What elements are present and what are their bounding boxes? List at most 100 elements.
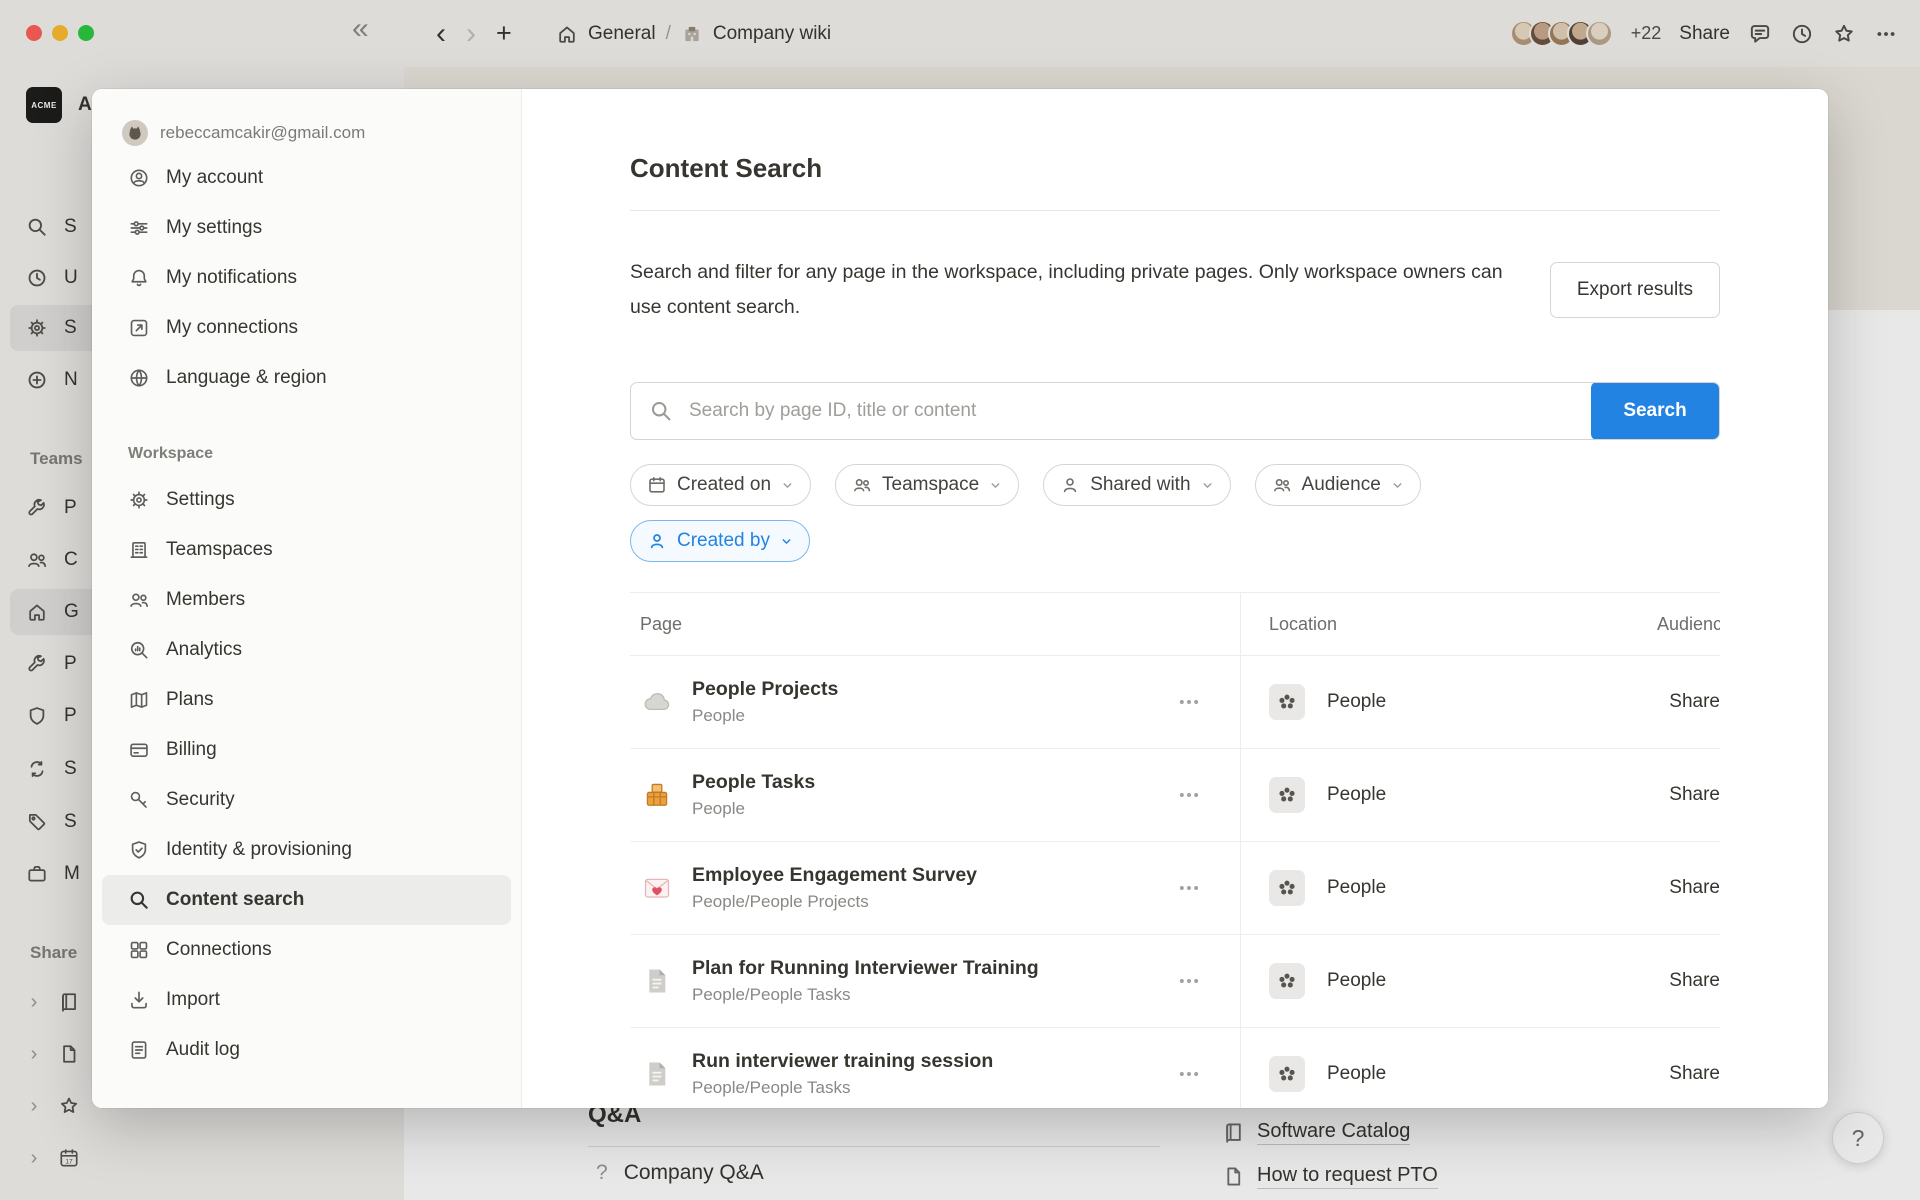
table-header: Page Location Audience	[630, 592, 1720, 656]
person-icon	[1060, 475, 1080, 495]
page-title-link[interactable]: Plan for Running Interviewer Training	[692, 957, 1158, 980]
nav-item-label: Import	[166, 989, 220, 1011]
location-label[interactable]: People	[1327, 1063, 1386, 1085]
nav-item-label: Teamspaces	[166, 539, 273, 561]
grid-icon	[128, 939, 150, 961]
nav-item-label: Members	[166, 589, 245, 611]
page-title-link[interactable]: People Projects	[692, 678, 1158, 701]
location-label[interactable]: People	[1327, 877, 1386, 899]
page-path: People	[692, 799, 1158, 819]
search-bar: Search	[630, 382, 1720, 440]
nav-item-label: Analytics	[166, 639, 242, 661]
chevron-down-icon	[1201, 479, 1214, 492]
settings-nav-my-notifications[interactable]: My notifications	[102, 253, 511, 303]
filter-shared-with[interactable]: Shared with	[1043, 464, 1230, 506]
location-label[interactable]: People	[1327, 784, 1386, 806]
chevron-down-icon	[1391, 479, 1404, 492]
search-input[interactable]	[687, 399, 1591, 423]
settings-nav-billing[interactable]: Billing	[102, 725, 511, 775]
page-title-link[interactable]: Employee Engagement Survey	[692, 864, 1158, 887]
nav-item-label: Identity & provisioning	[166, 839, 352, 861]
audience-value: Share	[1669, 1063, 1720, 1085]
table-row[interactable]: Employee Engagement Survey People/People…	[630, 842, 1720, 935]
bell-icon	[128, 267, 150, 289]
page-title-link[interactable]: People Tasks	[692, 771, 1158, 794]
search-icon	[128, 889, 150, 911]
filter-audience[interactable]: Audience	[1255, 464, 1421, 506]
settings-nav-analytics[interactable]: Analytics	[102, 625, 511, 675]
content-search-panel: Content Search Search and filter for any…	[522, 89, 1828, 1108]
export-results-button[interactable]: Export results	[1550, 262, 1720, 318]
people-icon	[1272, 475, 1292, 495]
audience-value: Share	[1669, 784, 1720, 806]
account-header: rebeccamcakir@gmail.com	[92, 115, 521, 151]
arrow-out-box-icon	[128, 317, 150, 339]
settings-nav-members[interactable]: Members	[102, 575, 511, 625]
settings-nav-my-account[interactable]: My account	[102, 153, 511, 203]
workspace-section-label: Workspace	[128, 445, 521, 463]
settings-nav-connections[interactable]: Connections	[102, 925, 511, 975]
settings-nav-my-connections[interactable]: My connections	[102, 303, 511, 353]
settings-sidebar: rebeccamcakir@gmail.com My account My se…	[92, 89, 522, 1108]
table-row[interactable]: People Tasks People People Share	[630, 749, 1720, 842]
credit-card-icon	[128, 739, 150, 761]
people-icon	[128, 589, 150, 611]
settings-nav-security[interactable]: Security	[102, 775, 511, 825]
page-title-link[interactable]: Run interviewer training session	[692, 1050, 1158, 1073]
row-more-button[interactable]	[1176, 1061, 1202, 1087]
nav-item-label: Settings	[166, 489, 235, 511]
page-path: People/People Tasks	[692, 1078, 1158, 1098]
row-more-button[interactable]	[1176, 782, 1202, 808]
filter-created-on[interactable]: Created on	[630, 464, 811, 506]
nav-item-label: Content search	[166, 889, 304, 911]
settings-nav-my-settings[interactable]: My settings	[102, 203, 511, 253]
globe-icon	[128, 367, 150, 389]
row-more-button[interactable]	[1176, 875, 1202, 901]
row-more-button[interactable]	[1176, 689, 1202, 715]
teamspace-icon	[1269, 963, 1305, 999]
settings-nav-settings[interactable]: Settings	[102, 475, 511, 525]
building-icon	[128, 539, 150, 561]
settings-nav-plans[interactable]: Plans	[102, 675, 511, 725]
location-label[interactable]: People	[1327, 691, 1386, 713]
settings-dialog: rebeccamcakir@gmail.com My account My se…	[92, 89, 1828, 1108]
nav-item-label: My settings	[166, 217, 262, 239]
page-title: Content Search	[630, 153, 1720, 184]
nav-item-label: My connections	[166, 317, 298, 339]
page-path: People	[692, 706, 1158, 726]
row-more-button[interactable]	[1176, 968, 1202, 994]
calendar-icon	[647, 475, 667, 495]
page-description: Search and filter for any page in the wo…	[630, 255, 1510, 325]
settings-nav-language-region[interactable]: Language & region	[102, 353, 511, 403]
filter-label: Created by	[677, 530, 770, 552]
nav-item-label: Audit log	[166, 1039, 240, 1061]
column-header-location: Location	[1269, 614, 1337, 635]
notion-window: « ‹ › + General / Company wiki	[0, 0, 1920, 1200]
settings-nav-import[interactable]: Import	[102, 975, 511, 1025]
settings-nav-audit-log[interactable]: Audit log	[102, 1025, 511, 1075]
table-row[interactable]: Plan for Running Interviewer Training Pe…	[630, 935, 1720, 1028]
location-label[interactable]: People	[1327, 970, 1386, 992]
filter-created-by[interactable]: Created by	[630, 520, 810, 562]
document-icon	[640, 964, 674, 998]
nav-item-label: My account	[166, 167, 263, 189]
people-icon	[852, 475, 872, 495]
settings-nav-teamspaces[interactable]: Teamspaces	[102, 525, 511, 575]
audit-log-icon	[128, 1039, 150, 1061]
account-avatar	[122, 120, 148, 146]
table-row[interactable]: Run interviewer training session People/…	[630, 1028, 1720, 1108]
nav-item-label: Language & region	[166, 367, 327, 389]
nav-item-label: Security	[166, 789, 235, 811]
shield-check-icon	[128, 839, 150, 861]
table-row[interactable]: People Projects People People Share	[630, 656, 1720, 749]
nav-item-label: My notifications	[166, 267, 297, 289]
nav-item-label: Connections	[166, 939, 272, 961]
map-icon	[128, 689, 150, 711]
import-icon	[128, 989, 150, 1011]
settings-nav-content-search[interactable]: Content search	[102, 875, 511, 925]
filter-teamspace[interactable]: Teamspace	[835, 464, 1019, 506]
settings-nav-identity-provisioning[interactable]: Identity & provisioning	[102, 825, 511, 875]
search-button[interactable]: Search	[1591, 382, 1719, 440]
filter-label: Teamspace	[882, 474, 979, 496]
love-letter-icon	[640, 871, 674, 905]
